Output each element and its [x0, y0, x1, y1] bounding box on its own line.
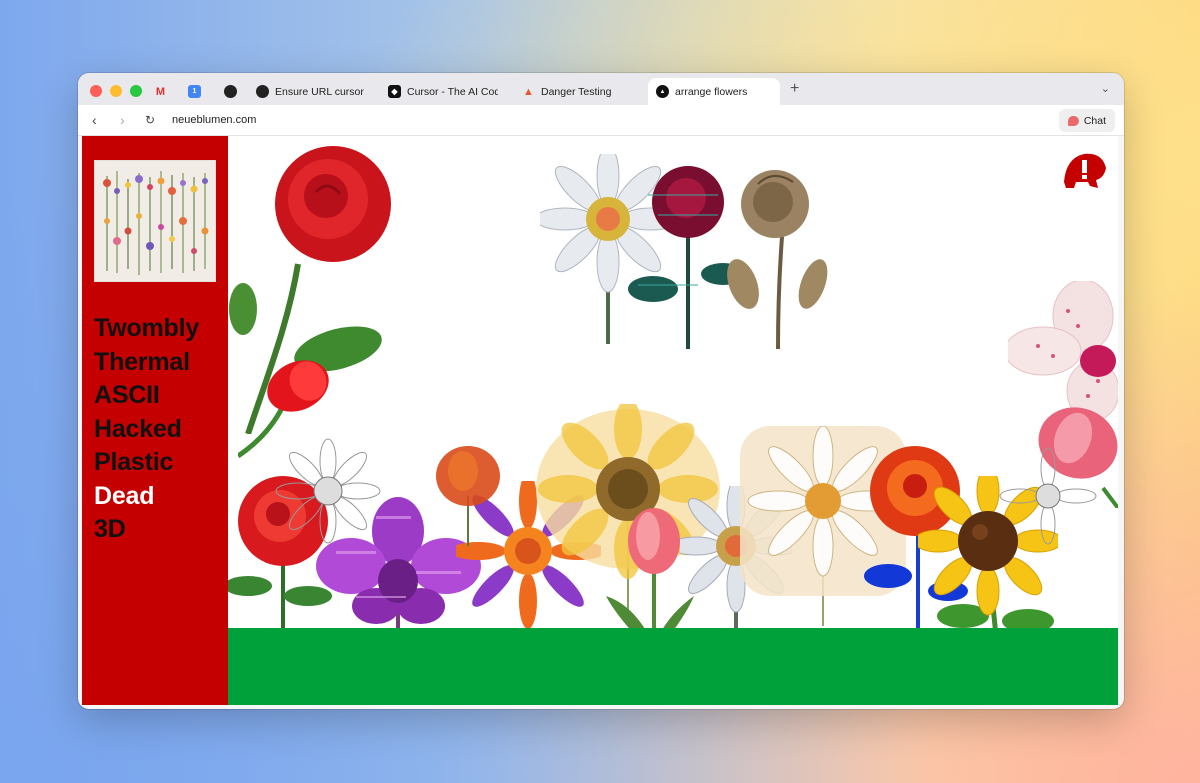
tab-title: Ensure URL cursor stay	[275, 85, 366, 98]
menu-item-plastic[interactable]: Plastic	[94, 446, 199, 480]
flower-style-menu: Twombly Thermal ASCII Hacked Plastic Dea…	[94, 312, 199, 547]
menu-item-ascii[interactable]: ASCII	[94, 379, 199, 413]
tab-danger-testing[interactable]: ▲ Danger Testing	[514, 78, 640, 105]
reload-icon[interactable]: ↻	[145, 112, 155, 128]
cursor-icon: ◆	[388, 85, 401, 98]
menu-item-3d[interactable]: 3D	[94, 513, 199, 547]
tab-github[interactable]	[216, 78, 244, 105]
tab-list-chevron-icon[interactable]: ⌄	[1101, 82, 1110, 95]
red-turtle-logo[interactable]	[1060, 148, 1110, 190]
flower-stage	[228, 136, 1118, 705]
gmail-icon: M	[155, 85, 166, 98]
sketch-daisy-right[interactable]	[998, 446, 1098, 546]
dead-rose[interactable]	[723, 164, 833, 349]
close-window-button[interactable]	[90, 85, 102, 97]
tab-calendar[interactable]: 1	[180, 78, 208, 105]
triangle-icon: ▲	[656, 85, 669, 98]
tab-title: arrange flowers	[675, 85, 748, 98]
page-content: Twombly Thermal ASCII Hacked Plastic Dea…	[82, 136, 1118, 705]
chat-button[interactable]: Chat	[1058, 109, 1115, 132]
url-field[interactable]: neueblumen.com	[172, 114, 256, 126]
menu-item-dead[interactable]: Dead	[94, 480, 199, 514]
grass-ground	[228, 628, 1118, 705]
browser-window: M 1 Ensure URL cursor stay ◆ Cursor - Th…	[78, 73, 1124, 709]
tab-title: Cursor - The AI Code E	[407, 85, 498, 98]
chat-bubble-icon	[1067, 115, 1079, 126]
github-icon	[224, 85, 237, 98]
tab-bar: M 1 Ensure URL cursor stay ◆ Cursor - Th…	[78, 73, 1124, 105]
window-controls	[90, 85, 142, 97]
tab-cursor[interactable]: ◆ Cursor - The AI Code E	[380, 78, 506, 105]
tab-ensure-url[interactable]: Ensure URL cursor stay	[248, 78, 374, 105]
menu-item-thermal[interactable]: Thermal	[94, 346, 199, 380]
hacked-rose[interactable]	[628, 164, 738, 349]
tab-gmail[interactable]: M	[146, 78, 174, 105]
address-toolbar: ‹ › ↻ neueblumen.com Chat	[78, 105, 1124, 136]
calendar-icon: 1	[188, 85, 201, 98]
back-icon[interactable]: ‹	[92, 112, 97, 128]
sidebar: Twombly Thermal ASCII Hacked Plastic Dea…	[82, 136, 228, 705]
forward-icon[interactable]: ›	[120, 112, 125, 128]
zoom-window-button[interactable]	[130, 85, 142, 97]
tab-title: Danger Testing	[541, 85, 612, 98]
new-tab-button[interactable]: +	[790, 80, 799, 98]
sketch-red-tulip[interactable]	[428, 446, 508, 546]
menu-item-hacked[interactable]: Hacked	[94, 413, 199, 447]
chat-label: Chat	[1083, 114, 1106, 127]
pressed-flowers-thumbnail[interactable]	[94, 160, 216, 282]
danger-icon: ▲	[523, 85, 534, 98]
github-icon	[256, 85, 269, 98]
menu-item-twombly[interactable]: Twombly	[94, 312, 199, 346]
minimize-window-button[interactable]	[110, 85, 122, 97]
tab-arrange-flowers[interactable]: ▲ arrange flowers	[648, 78, 780, 105]
